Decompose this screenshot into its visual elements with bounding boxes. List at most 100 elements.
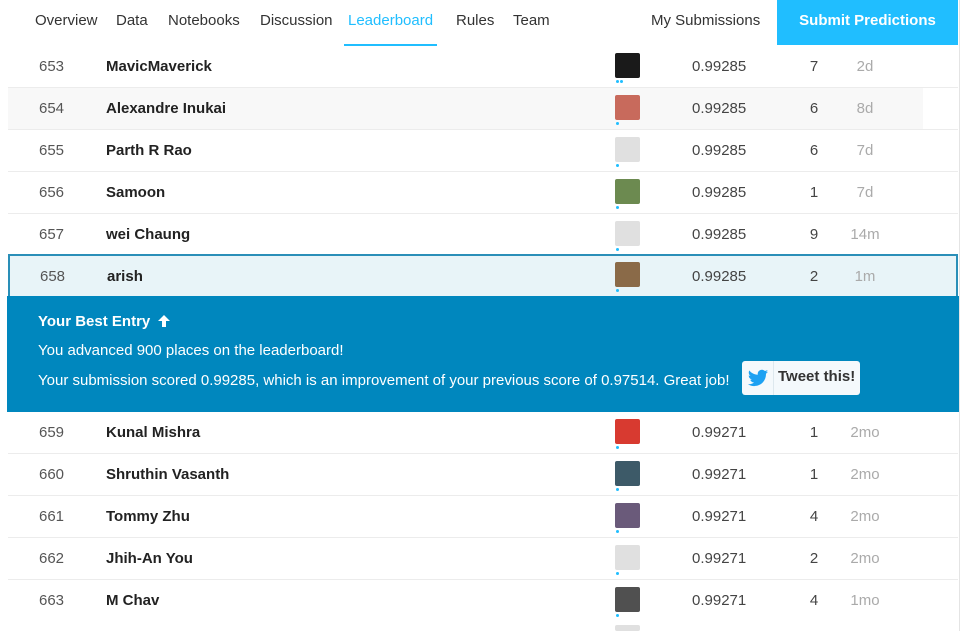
leaderboard-row[interactable]: 663 M Chav 0.99271 4 1mo	[8, 580, 958, 622]
submit-predictions-button[interactable]: Submit Predictions	[777, 0, 958, 45]
score: 0.99285	[692, 142, 747, 159]
member-dots	[616, 206, 626, 209]
competition-nav: Overview Data Notebooks Discussion Leade…	[8, 0, 958, 47]
score: 0.99271	[692, 592, 747, 609]
team-name[interactable]: Samoon	[106, 172, 165, 213]
team-name[interactable]: Parth R Rao	[106, 130, 192, 171]
member-dots	[616, 122, 626, 125]
last-submission: 1m	[854, 268, 876, 285]
arrow-up-icon	[158, 313, 171, 329]
avatar[interactable]	[615, 221, 640, 246]
best-entry-banner: Your Best Entry You advanced 900 places …	[7, 296, 959, 412]
user-avatar[interactable]	[615, 262, 640, 287]
entries-count: 6	[809, 100, 819, 117]
member-dots	[616, 488, 626, 491]
tab-data[interactable]: Data	[116, 0, 148, 44]
rank: 653	[39, 58, 65, 75]
team-name[interactable]: arish	[107, 256, 143, 297]
tweet-button[interactable]: Tweet this!	[742, 361, 860, 395]
leaderboard-row[interactable]: 656 Samoon 0.99285 1 7d	[8, 172, 958, 214]
rank: 656	[39, 184, 65, 201]
score: 0.99285	[692, 268, 747, 285]
entries-count: 6	[809, 142, 819, 159]
last-submission: 7d	[856, 142, 874, 159]
leaderboard-row[interactable]: 660 Shruthin Vasanth 0.99271 1 2mo	[8, 454, 958, 496]
twitter-bird-icon	[747, 367, 769, 389]
team-name[interactable]: Tommy Zhu	[106, 496, 190, 537]
my-submissions-link[interactable]: My Submissions	[651, 0, 760, 44]
score: 0.99271	[692, 424, 747, 441]
avatar[interactable]	[615, 95, 640, 120]
advanced-message: You advanced 900 places on the leaderboa…	[38, 342, 344, 359]
member-dots	[616, 289, 626, 292]
leaderboard-row[interactable]: 653 MavicMaverick 0.99285 7 2d	[8, 46, 958, 88]
banner-title: Your Best Entry	[38, 313, 171, 330]
tab-overview[interactable]: Overview	[35, 0, 98, 44]
last-submission: 8d	[856, 100, 874, 117]
team-name[interactable]: wei Chaung	[106, 214, 190, 255]
last-submission: 2d	[856, 58, 874, 75]
rank: 662	[39, 550, 65, 567]
team-name[interactable]: Alexandre Inukai	[106, 88, 226, 129]
entries-count: 7	[809, 58, 819, 75]
score: 0.99285	[692, 58, 747, 75]
last-submission: 2mo	[850, 508, 880, 525]
last-submission: 2mo	[850, 424, 880, 441]
avatar[interactable]	[615, 137, 640, 162]
tab-discussion[interactable]: Discussion	[260, 0, 333, 44]
user-leaderboard-row[interactable]: 658 arish 0.99285 2 1m	[8, 254, 958, 296]
score: 0.99271	[692, 550, 747, 567]
avatar[interactable]	[615, 461, 640, 486]
team-name[interactable]: Kunal Mishra	[106, 412, 200, 453]
team-name[interactable]: Jhih-An You	[106, 538, 193, 579]
avatar[interactable]	[615, 179, 640, 204]
member-dots	[616, 80, 626, 83]
score: 0.99285	[692, 100, 747, 117]
team-name[interactable]: MavicMaverick	[106, 46, 212, 87]
score: 0.99285	[692, 226, 747, 243]
rank: 663	[39, 592, 65, 609]
tab-rules[interactable]: Rules	[456, 0, 494, 44]
last-submission: 2mo	[850, 550, 880, 567]
member-dots	[616, 572, 626, 575]
entries-count: 2	[809, 268, 819, 285]
rank: 659	[39, 424, 65, 441]
rank: 661	[39, 508, 65, 525]
last-submission: 1mo	[850, 592, 880, 609]
entries-count: 4	[809, 508, 819, 525]
score-message: Your submission scored 0.99285, which is…	[38, 372, 730, 389]
tweet-label: Tweet this!	[778, 368, 856, 385]
member-dots	[616, 614, 626, 617]
avatar[interactable]	[615, 53, 640, 78]
rank: 658	[40, 268, 66, 285]
entries-count: 2	[809, 550, 819, 567]
avatar[interactable]	[615, 545, 640, 570]
tab-leaderboard[interactable]: Leaderboard	[344, 0, 438, 46]
last-submission: 14m	[850, 226, 880, 243]
leaderboard-row[interactable]: 661 Tommy Zhu 0.99271 4 2mo	[8, 496, 958, 538]
entries-count: 4	[809, 592, 819, 609]
team-name[interactable]: M Chav	[106, 580, 159, 621]
leaderboard-row[interactable]: 655 Parth R Rao 0.99285 6 7d	[8, 130, 958, 172]
leaderboard-row[interactable]: 654 Alexandre Inukai 0.99285 6 8d	[8, 88, 958, 130]
avatar[interactable]	[615, 587, 640, 612]
avatar[interactable]	[615, 503, 640, 528]
entries-count: 1	[809, 184, 819, 201]
member-dots	[616, 446, 626, 449]
avatar[interactable]	[615, 419, 640, 444]
leaderboard-row[interactable]: 659 Kunal Mishra 0.99271 1 2mo	[8, 412, 958, 454]
score: 0.99285	[692, 184, 747, 201]
leaderboard-row-partial[interactable]	[8, 620, 958, 631]
rank: 660	[39, 466, 65, 483]
team-name[interactable]: Shruthin Vasanth	[106, 454, 229, 495]
last-submission: 7d	[856, 184, 874, 201]
avatar[interactable]	[615, 625, 640, 631]
tab-notebooks[interactable]: Notebooks	[168, 0, 240, 44]
leaderboard-row[interactable]: 662 Jhih-An You 0.99271 2 2mo	[8, 538, 958, 580]
rank: 654	[39, 100, 65, 117]
leaderboard-row[interactable]: 657 wei Chaung 0.99285 9 14m	[8, 214, 958, 256]
tab-team[interactable]: Team	[513, 0, 550, 44]
rank: 655	[39, 142, 65, 159]
entries-count: 1	[809, 466, 819, 483]
member-dots	[616, 164, 626, 167]
